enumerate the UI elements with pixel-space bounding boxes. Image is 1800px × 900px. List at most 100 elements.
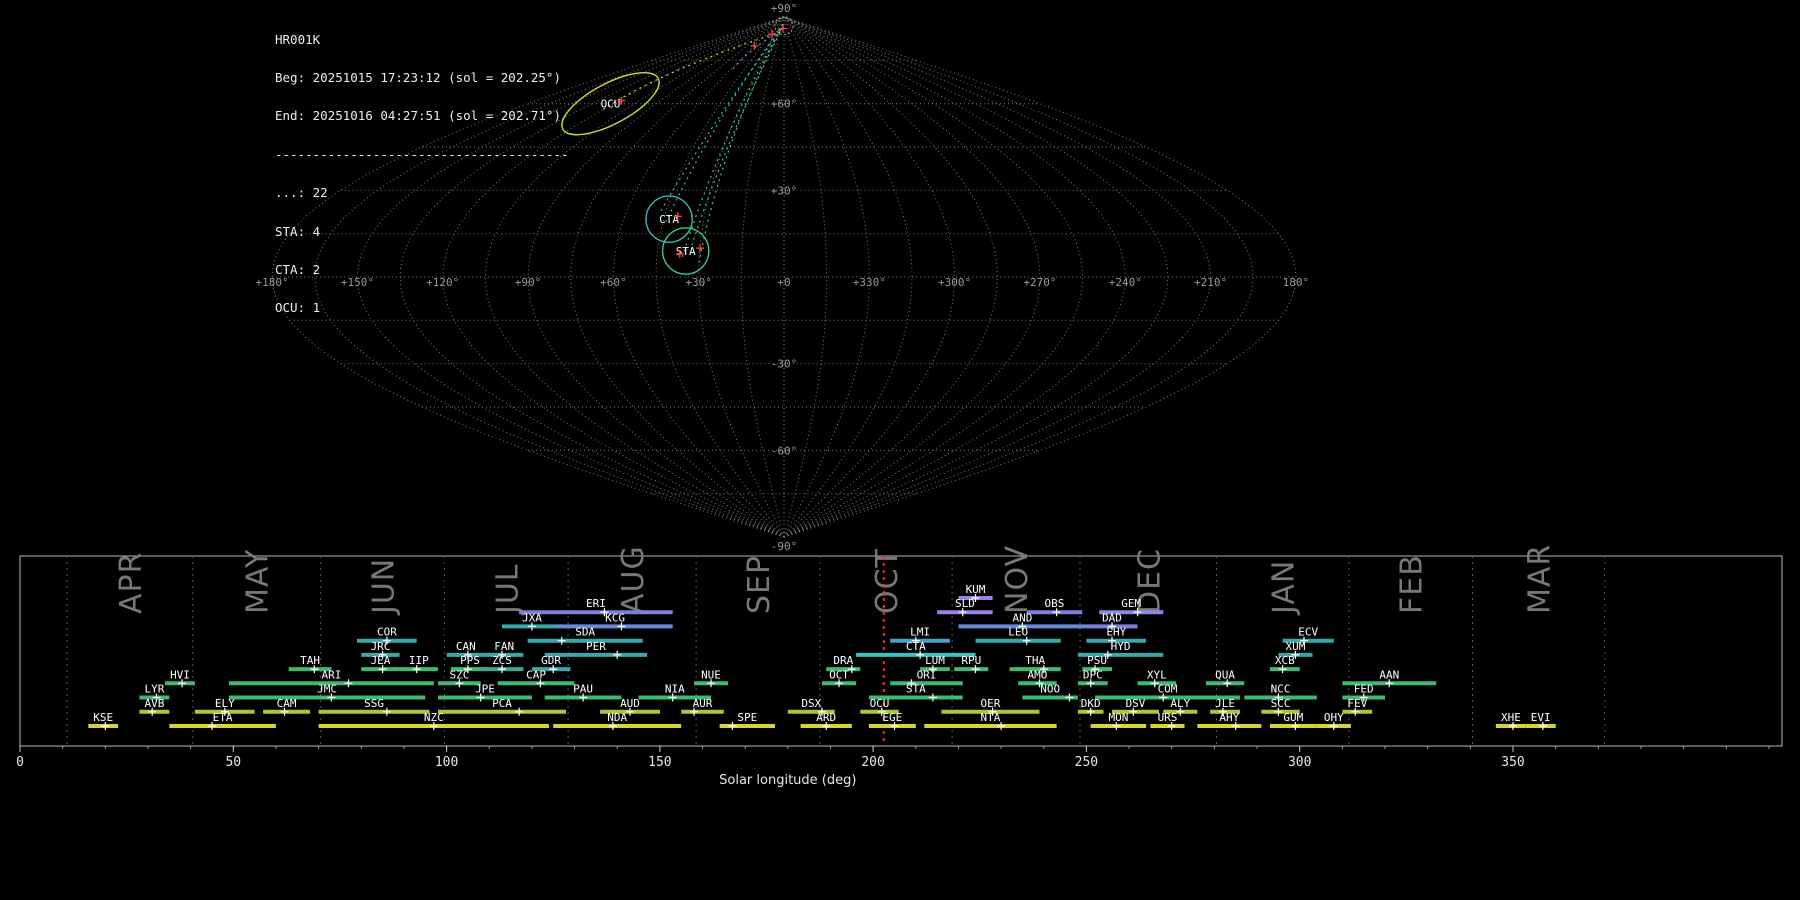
shower-label-ETA: ETA	[213, 711, 233, 724]
shower-label-DRA: DRA	[833, 654, 853, 667]
shower-label-DKD: DKD	[1081, 697, 1101, 710]
shower-label-EHY: EHY	[1106, 626, 1126, 639]
shower-label-JRC: JRC	[371, 640, 391, 653]
shower-label-DSX: DSX	[801, 697, 821, 710]
shower-label-AUR: AUR	[693, 697, 713, 710]
shower-label-QUA: QUA	[1215, 668, 1235, 681]
session-end: End: 20251016 04:27:51 (sol = 202.71°)	[275, 108, 561, 124]
shower-label-JLE: JLE	[1215, 697, 1235, 710]
shower-label-LMI: LMI	[910, 626, 930, 639]
count-ocu: OCU: 1	[275, 300, 321, 316]
month-label: JUL	[490, 563, 525, 616]
shower-label-ECV: ECV	[1298, 626, 1318, 639]
month-label: SEP	[742, 555, 777, 614]
shower-label-XCB: XCB	[1275, 654, 1295, 667]
shower-label-NDA: NDA	[607, 711, 627, 724]
month-label: APR	[114, 552, 149, 614]
shower-label-KSE: KSE	[93, 711, 113, 724]
shower-label-COR: COR	[377, 626, 397, 639]
x-tick-label: 250	[1075, 755, 1098, 770]
shower-label-STA: STA	[906, 683, 926, 696]
shower-label-ZCS: ZCS	[492, 654, 512, 667]
shower-label-OCU: OCU	[870, 697, 890, 710]
shower-label-ALY: ALY	[1170, 697, 1190, 710]
shower-label-THA: THA	[1025, 654, 1045, 667]
shower-peak-PER	[613, 650, 622, 659]
shower-label-ELY: ELY	[215, 697, 235, 710]
month-label: AUG	[616, 545, 651, 614]
shower-label-PSU: PSU	[1087, 654, 1107, 667]
shower-label-KCG: KCG	[605, 611, 625, 624]
shower-label-FED: FED	[1354, 683, 1374, 696]
shower-label-COM: COM	[1158, 683, 1178, 696]
lat-label: -30°	[771, 358, 798, 371]
shower-label-AHY: AHY	[1219, 711, 1239, 724]
shower-label-XYL: XYL	[1147, 668, 1167, 681]
shower-label-NZC: NZC	[424, 711, 444, 724]
shower-label-LYR: LYR	[144, 683, 164, 696]
lat-label: -60°	[771, 444, 798, 457]
shower-label-PAU: PAU	[573, 683, 593, 696]
shower-label-NTA: NTA	[980, 711, 1000, 724]
shower-label-EGE: EGE	[882, 711, 902, 724]
meteor-observation-screen: +180° +150° +120° +90° +60° +30° +0 +330° +300° +…	[0, 0, 1800, 900]
meteor-tracks	[602, 22, 785, 263]
shower-label-ERI: ERI	[586, 597, 606, 610]
shower-label-AND: AND	[1012, 611, 1032, 624]
shower-label-CAM: CAM	[277, 697, 297, 710]
shower-label-DPC: DPC	[1083, 668, 1103, 681]
shower-label-DAD: DAD	[1102, 611, 1122, 624]
radiants: OCU CTA STA	[561, 16, 794, 275]
lon-label: +60°	[600, 276, 627, 289]
shower-label-JPE: JPE	[475, 683, 495, 696]
lon-label: +300°	[938, 276, 971, 289]
pole-convergence-circle	[774, 16, 794, 36]
radiant-label-CTA: CTA	[659, 213, 679, 226]
month-label: FEB	[1395, 554, 1430, 614]
shower-label-MON: MON	[1108, 711, 1128, 724]
shower-peak-SDA	[557, 636, 566, 645]
shower-label-JXA: JXA	[522, 611, 542, 624]
shower-label-LUM: LUM	[925, 654, 945, 667]
shower-label-ARD: ARD	[816, 711, 836, 724]
shower-label-OCT: OCT	[829, 668, 849, 681]
timeline: APR MAY JUN JUL AUG SEP OCT NOV DEC JAN FEB MAR0 50 1…	[16, 544, 1783, 788]
month-label: MAR	[1523, 544, 1558, 614]
x-axis-title: Solar longitude (deg)	[719, 773, 856, 788]
meteor-track	[698, 22, 785, 263]
meteor-plus-marker	[750, 41, 759, 50]
lon-label: +270°	[1023, 276, 1056, 289]
meteor-plus-marker	[779, 24, 787, 33]
shower-label-RPU: RPU	[961, 654, 981, 667]
lon-label: +240°	[1109, 276, 1142, 289]
shower-label-SPE: SPE	[737, 711, 757, 724]
shower-label-HYD: HYD	[1111, 640, 1131, 653]
meteor-plus-marker	[696, 244, 704, 253]
lat-label: +60°	[771, 98, 798, 111]
sky-markers	[617, 24, 787, 258]
month-label: JAN	[1267, 560, 1302, 616]
radiant-label-OCU: OCU	[601, 98, 621, 111]
shower-label-OBS: OBS	[1044, 597, 1064, 610]
x-tick-label: 0	[16, 755, 24, 770]
lon-label: 180°	[1283, 276, 1310, 289]
session-begin: Beg: 20251015 17:23:12 (sol = 202.25°)	[275, 69, 561, 85]
count-cta: CTA: 2	[275, 261, 321, 277]
shower-label-JEA: JEA	[371, 654, 391, 667]
shower-bars: KUM ERI SLD OBS GEM JXA KCG AND DAD COR SDA LMI LEO E…	[88, 583, 1556, 730]
info-separator: ---------------------------------------	[275, 146, 569, 162]
x-tick-label: 50	[225, 755, 241, 770]
shower-label-CTA: CTA	[906, 640, 926, 653]
shower-label-IIP: IIP	[409, 654, 429, 667]
shower-label-TAH: TAH	[300, 654, 320, 667]
shower-label-LEO: LEO	[1008, 626, 1028, 639]
shower-label-XUM: XUM	[1285, 640, 1305, 653]
shower-label-PPS: PPS	[460, 654, 480, 667]
pole-label-south: -90°	[771, 540, 798, 553]
shower-label-SSG: SSG	[364, 697, 384, 710]
shower-label-SDA: SDA	[575, 626, 595, 639]
shower-label-NIA: NIA	[665, 683, 685, 696]
month-label: JUN	[367, 558, 402, 616]
station-id: HR001K	[275, 31, 321, 47]
shower-label-PER: PER	[586, 640, 606, 653]
